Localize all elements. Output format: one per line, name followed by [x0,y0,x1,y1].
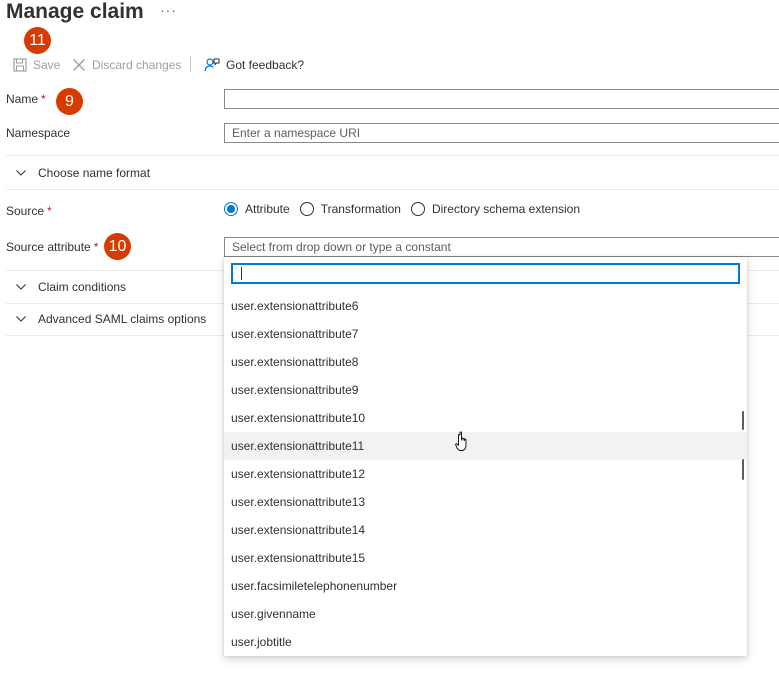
chevron-down-icon [16,284,26,290]
dropdown-option[interactable]: user.extensionattribute6 [224,292,747,320]
source-radio-transformation[interactable]: Transformation [299,202,401,216]
dropdown-search-input[interactable] [231,263,740,284]
manage-claim-page: Manage claim ··· Save 11 Discard changes… [0,0,779,674]
source-label: Source * [6,204,52,218]
radio-unchecked-icon [410,202,425,216]
source-radio-attribute[interactable]: Attribute [224,202,290,216]
dropdown-options-list: user.extensionattribute6 user.extensiona… [224,292,747,656]
step-badge-save: 11 [24,27,51,54]
page-title: Manage claim [6,0,144,23]
dropdown-option-hovered[interactable]: user.extensionattribute11 [224,432,747,460]
dropdown-option[interactable]: user.jobtitle [224,628,747,656]
save-label: Save [33,58,61,72]
divider [6,155,779,156]
advanced-saml-options-toggle[interactable]: Advanced SAML claims options [16,309,206,329]
dropdown-option[interactable]: user.extensionattribute13 [224,488,747,516]
namespace-label: Namespace [6,126,71,140]
discard-changes-button[interactable]: Discard changes [72,55,181,75]
more-options-icon[interactable]: ··· [160,2,177,18]
namespace-input[interactable]: Enter a namespace URI [224,123,779,143]
hand-pointer-cursor-icon [455,431,467,451]
close-icon [73,59,85,71]
divider [6,189,779,190]
dropdown-option[interactable]: user.extensionattribute15 [224,544,747,572]
dropdown-option[interactable]: user.extensionattribute10 [224,404,747,432]
feedback-person-icon [204,58,220,72]
toolbar-divider [190,56,191,72]
dropdown-option[interactable]: user.extensionattribute8 [224,348,747,376]
required-mark: * [93,240,99,254]
choose-name-format-label: Choose name format [38,166,151,180]
discard-changes-label: Discard changes [92,58,182,72]
dropdown-option[interactable]: user.extensionattribute9 [224,376,747,404]
advanced-saml-options-label: Advanced SAML claims options [38,312,207,326]
required-mark: * [47,204,52,218]
radio-checked-icon [224,202,238,216]
radio-unchecked-icon [299,202,314,216]
step-badge-source-attribute: 10 [104,233,131,260]
dropdown-option[interactable]: user.extensionattribute12 [224,460,747,488]
chevron-down-icon [16,316,26,322]
dropdown-option[interactable]: user.facsimiletelephonenumber [224,572,747,600]
source-attribute-label: Source attribute * [6,240,99,254]
claim-conditions-toggle[interactable]: Claim conditions [16,277,126,297]
source-attribute-combobox[interactable]: Select from drop down or type a constant [224,237,779,257]
name-input[interactable] [224,89,779,109]
dropdown-option[interactable]: user.extensionattribute7 [224,320,747,348]
source-radio-directory-schema-extension[interactable]: Directory schema extension [410,202,580,216]
scrollbar-thumb-upper[interactable] [742,411,744,430]
scrollbar-thumb-lower[interactable] [742,459,744,480]
text-caret [241,267,242,280]
dropdown-option[interactable]: user.givenname [224,600,747,628]
got-feedback-button[interactable]: Got feedback? [204,55,304,75]
save-button[interactable]: Save [13,55,60,75]
required-mark: * [41,92,46,106]
claim-conditions-label: Claim conditions [38,280,127,294]
chevron-down-icon [16,170,26,176]
source-attribute-dropdown: user.extensionattribute6 user.extensiona… [224,257,747,656]
dropdown-option[interactable]: user.extensionattribute14 [224,516,747,544]
choose-name-format-toggle[interactable]: Choose name format [16,163,150,183]
source-radio-group: Attribute Transformation Directory schem… [224,200,590,218]
step-badge-name: 9 [56,88,83,115]
save-icon [13,58,27,72]
got-feedback-label: Got feedback? [226,58,305,72]
name-label: Name * [6,92,46,106]
